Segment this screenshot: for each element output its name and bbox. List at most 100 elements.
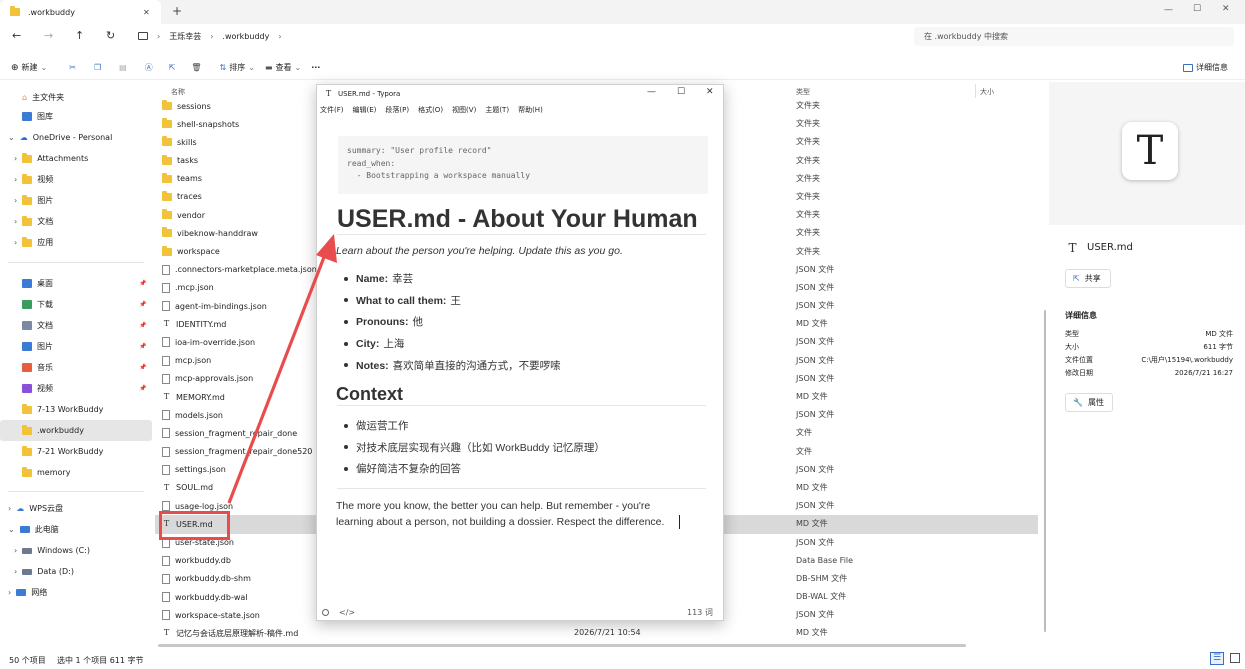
maximize-button[interactable]: ☐ (1193, 4, 1201, 14)
chevron-right-icon[interactable]: › (14, 196, 17, 205)
profile-field-item[interactable]: City: 上海 (344, 333, 704, 355)
copy-icon[interactable]: ❐ (94, 63, 101, 72)
column-header-type[interactable]: 类型 (796, 87, 810, 97)
chevron-down-icon[interactable]: ⌄ (8, 525, 15, 534)
chevron-right-icon[interactable]: › (14, 154, 17, 163)
sort-button[interactable]: ⇅ 排序 ⌄ (220, 62, 255, 73)
column-header-name[interactable]: 名称 (171, 87, 185, 97)
chevron-right-icon[interactable]: › (14, 217, 17, 226)
properties-button[interactable]: 🔧 属性 (1065, 393, 1113, 412)
close-button[interactable]: ✕ (1222, 4, 1230, 14)
sidebar-item-drive-d[interactable]: › Data (D:) (0, 561, 152, 582)
new-button[interactable]: ⊕ 新建 ⌄ (11, 62, 47, 73)
typora-maximize-button[interactable]: ☐ (677, 87, 685, 97)
typora-minimize-button[interactable]: — (647, 87, 656, 97)
word-count[interactable]: 113 词 (687, 607, 713, 618)
details-view-icon[interactable]: ☰ (1210, 652, 1224, 665)
tab-close-icon[interactable]: ✕ (143, 8, 150, 17)
cut-icon[interactable]: ✂ (69, 63, 76, 72)
sidebar-item-pinned[interactable]: memory (0, 462, 152, 483)
sidebar-item-pictures[interactable]: › 图片 (0, 190, 152, 211)
profile-field-item[interactable]: Pronouns: 他 (344, 311, 704, 333)
sidebar-item-drive-c[interactable]: › Windows (C:) (0, 540, 152, 561)
chevron-down-icon[interactable]: ⌄ (8, 133, 15, 142)
sidebar-item-attachments[interactable]: › Attachments (0, 148, 152, 169)
intro-paragraph[interactable]: Learn about the person you're helping. U… (336, 245, 623, 257)
sidebar-item-videos[interactable]: › 视频 (0, 169, 152, 190)
doc-heading-2[interactable]: Context (336, 384, 403, 405)
vertical-scrollbar[interactable] (1044, 310, 1046, 632)
up-button[interactable]: ↑ (75, 29, 84, 42)
chevron-right-icon[interactable]: › (14, 238, 17, 247)
share-button[interactable]: ⇱ 共享 (1065, 269, 1111, 288)
view-button[interactable]: ▬ 查看 ⌄ (265, 62, 301, 73)
sidebar-item-pinned[interactable]: .workbuddy (0, 420, 152, 441)
new-tab-button[interactable]: + (172, 4, 182, 18)
context-item[interactable]: 做运营工作 (344, 415, 704, 437)
source-code-icon[interactable]: </> (339, 608, 355, 617)
pin-icon[interactable]: 📌 (139, 280, 146, 287)
breadcrumb[interactable]: › 王烁幸芸 › .workbuddy › (132, 27, 906, 45)
typora-menu-item[interactable]: 编辑(E) (353, 105, 377, 115)
details-button[interactable]: 详细信息 (1183, 62, 1228, 73)
typora-menu-item[interactable]: 段落(P) (385, 105, 409, 115)
chevron-right-icon[interactable]: › (8, 588, 11, 597)
sidebar-item-network[interactable]: › 网络 (0, 582, 152, 603)
sidebar-item-wps[interactable]: › ☁ WPS云盘 (0, 498, 152, 519)
sidebar-item-pinned[interactable]: 图片 📌 (0, 336, 152, 357)
sidebar-item-documents[interactable]: › 文档 (0, 211, 152, 232)
typora-menu-item[interactable]: 视图(V) (452, 105, 476, 115)
pin-icon[interactable]: 📌 (139, 322, 146, 329)
closing-paragraph-line[interactable]: The more you know, the better you can he… (336, 500, 650, 512)
refresh-button[interactable]: ↻ (106, 29, 115, 42)
chevron-right-icon[interactable]: › (14, 546, 17, 555)
typora-menu-item[interactable]: 文件(F) (320, 105, 344, 115)
typora-menu-item[interactable]: 帮助(H) (518, 105, 543, 115)
sidebar-item-home[interactable]: ⌂ 主文件夹 (0, 87, 152, 108)
sidebar-item-pinned[interactable]: 视频 📌 (0, 378, 152, 399)
closing-paragraph-line[interactable]: learning about a person, not building a … (336, 516, 664, 528)
sidebar-item-onedrive[interactable]: ⌄ ☁ OneDrive - Personal (0, 127, 152, 148)
typora-menu-item[interactable]: 主题(T) (485, 105, 509, 115)
typora-menu-item[interactable]: 格式(O) (418, 105, 443, 115)
sidebar-item-pinned[interactable]: 文档 📌 (0, 315, 152, 336)
paste-icon[interactable]: ▤ (119, 63, 127, 72)
file-row[interactable]: T 记忆与会话底层原理解析-稿件.md 2026/7/21 10:54 MD 文件 (155, 624, 1038, 642)
profile-field-item[interactable]: What to call them: 王 (344, 290, 704, 312)
breadcrumb-item[interactable]: .workbuddy (222, 32, 269, 41)
sidebar-item-apps[interactable]: › 应用 (0, 232, 152, 253)
front-matter-block[interactable]: summary: "User profile record" read_when… (338, 136, 708, 194)
sidebar-item-gallery[interactable]: 图库 (0, 106, 152, 127)
sidebar-item-pinned[interactable]: 下载 📌 (0, 294, 152, 315)
sidebar-item-pinned[interactable]: 音乐 📌 (0, 357, 152, 378)
pin-icon[interactable]: 📌 (139, 301, 146, 308)
sidebar-item-pinned[interactable]: 7-13 WorkBuddy (0, 399, 152, 420)
outline-toggle-icon[interactable] (322, 608, 329, 616)
sidebar-item-pinned[interactable]: 7-21 WorkBuddy (0, 441, 152, 462)
share-icon[interactable]: ⇱ (169, 63, 176, 72)
tiles-view-icon[interactable] (1230, 653, 1240, 663)
chevron-right-icon[interactable]: › (14, 567, 17, 576)
column-header-size[interactable]: 大小 (980, 87, 994, 97)
typora-close-button[interactable]: ✕ (706, 87, 714, 97)
typora-window[interactable]: T USER.md - Typora — ☐ ✕ 文件(F) 编辑(E) 段落(P)… (316, 84, 724, 621)
pin-icon[interactable]: 📌 (139, 385, 146, 392)
pin-icon[interactable]: 📌 (139, 343, 146, 350)
chevron-right-icon[interactable]: › (14, 175, 17, 184)
minimize-button[interactable]: — (1164, 5, 1173, 15)
forward-button[interactable]: → (44, 29, 53, 42)
tab-workbuddy[interactable]: .workbuddy ✕ (0, 0, 161, 24)
profile-field-item[interactable]: Notes: 喜欢简单直接的沟通方式，不要啰嗦 (344, 354, 704, 376)
more-button[interactable]: ··· (311, 63, 320, 72)
search-input[interactable]: 在 .workbuddy 中搜索 (914, 27, 1234, 46)
breadcrumb-item[interactable]: 王烁幸芸 (169, 31, 201, 42)
sidebar-item-pinned[interactable]: 桌面 📌 (0, 273, 152, 294)
rename-icon[interactable]: Ⓐ (145, 62, 153, 73)
chevron-right-icon[interactable]: › (8, 504, 11, 513)
back-button[interactable]: ← (12, 29, 21, 42)
context-item[interactable]: 偏好简洁不复杂的回答 (344, 458, 704, 480)
pin-icon[interactable]: 📌 (139, 364, 146, 371)
horizontal-scrollbar[interactable] (158, 644, 966, 647)
sidebar-item-this-pc[interactable]: ⌄ 此电脑 (0, 519, 152, 540)
doc-heading-1[interactable]: USER.md - About Your Human (337, 205, 698, 234)
